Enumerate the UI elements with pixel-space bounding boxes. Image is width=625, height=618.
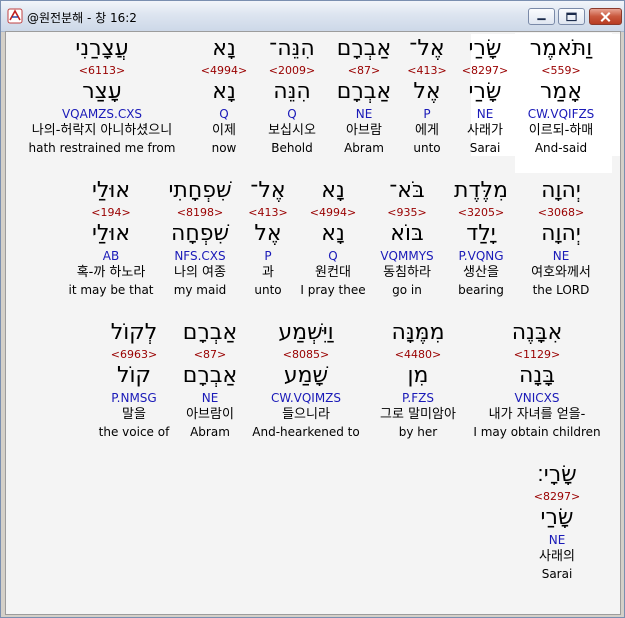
korean-gloss: 사래의 <box>539 549 575 564</box>
word-block[interactable]: עֲצָרַנִי <6113> עָצַר VQAMZS.CXS 나의-허락지 아니하… <box>12 34 192 156</box>
korean-gloss: 말을 <box>122 407 146 422</box>
strong-number: <6113> <box>78 64 126 77</box>
title-bar[interactable]: @원전분해 - 창 16:2 <box>1 1 624 32</box>
english-gloss: Sarai <box>541 567 573 581</box>
window-title: @원전분해 - 창 16:2 <box>27 11 137 25</box>
english-gloss: it may be that <box>68 283 154 297</box>
maximize-button[interactable] <box>558 8 585 25</box>
lemma-word: שָׂרַי <box>540 505 574 530</box>
close-icon <box>600 12 611 22</box>
word-block[interactable]: אוּלַי <194> אוּלַי AB 혹-까 하노라 it may be that <box>21 176 201 298</box>
verse-analysis-panel[interactable]: וַתֹּאמֶר <559> אָמַר CW.VQIFZS 이르되-하매 And-sa… <box>5 31 621 615</box>
maximize-icon <box>566 12 577 22</box>
app-logo-icon <box>7 8 23 24</box>
minimize-button[interactable] <box>528 8 555 25</box>
lemma-word: עָצַר <box>82 79 122 104</box>
hebrew-word: אוּלַי <box>91 178 131 203</box>
lemma-word: אוּלַי <box>91 221 131 246</box>
morphology-code: NE <box>548 533 566 547</box>
morphology-code: P.NMSG <box>111 391 157 405</box>
hebrew-word: שָׂרָי׃ <box>537 462 577 487</box>
english-gloss: the voice of <box>98 425 170 439</box>
english-gloss: hath restrained me from <box>28 141 176 155</box>
app-window: @원전분해 - 창 16:2 וַתֹּאמֶר <559> אָמַר CW.VQI… <box>0 0 625 618</box>
hebrew-word: עֲצָרַנִי <box>75 36 129 61</box>
hebrew-word: לְקוֹל <box>110 320 158 345</box>
close-button[interactable] <box>589 8 622 25</box>
strong-number: <194> <box>91 206 131 219</box>
lemma-word: קוֹל <box>116 363 152 388</box>
morphology-code: AB <box>102 249 120 263</box>
strong-number: <6963> <box>110 348 158 361</box>
word-block[interactable]: לְקוֹל <6963> קוֹל P.NMSG 말을 the voice of <box>44 318 224 440</box>
word-block[interactable]: שָׂרָי׃ <8297> שָׂרַי NE 사래의 Sarai <box>467 460 620 582</box>
morphology-code: VQAMZS.CXS <box>61 107 143 121</box>
korean-gloss: 혹-까 하노라 <box>76 265 146 280</box>
korean-gloss: 나의-허락지 아니하셨으니 <box>31 123 173 138</box>
strong-number: <8297> <box>533 490 581 503</box>
minimize-icon <box>537 18 546 21</box>
